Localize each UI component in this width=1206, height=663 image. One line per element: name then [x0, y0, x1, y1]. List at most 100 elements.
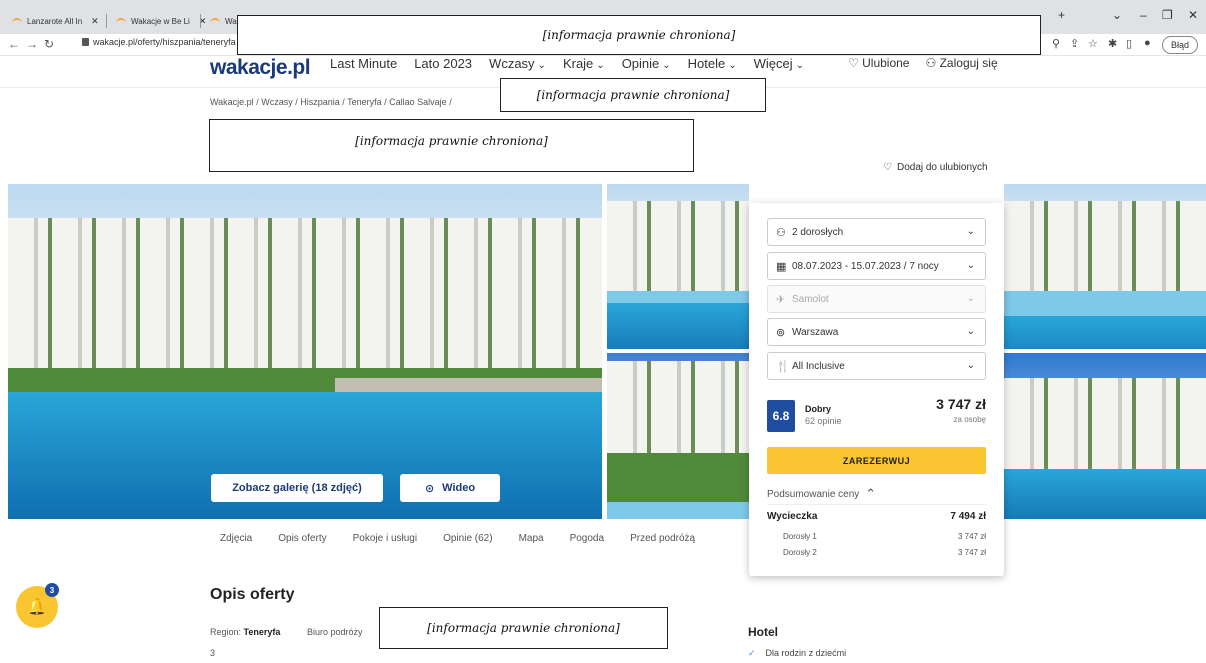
price-summary-toggle[interactable]: Podsumowanie ceny ⌃: [767, 486, 876, 502]
gallery-thumb[interactable]: [1004, 353, 1206, 519]
loading-icon: [116, 18, 126, 24]
hotel-stars: 3: [210, 648, 216, 658]
dates-select[interactable]: ▦ 08.07.2023 - 15.07.2023 / 7 nocy ⌄: [767, 252, 986, 280]
restore-icon[interactable]: ❐: [1162, 8, 1173, 22]
tab-rooms[interactable]: Pokoje i usługi: [353, 533, 417, 544]
breadcrumb-item[interactable]: Wczasy: [261, 97, 293, 107]
new-tab-button[interactable]: +: [1058, 8, 1065, 22]
check-icon: ✓: [748, 648, 756, 658]
heart-icon: ♡: [848, 56, 859, 70]
hotel-feature: ✓ Dla rodzin z dziećmi: [748, 648, 847, 658]
browser-tab[interactable]: Lanzarote All In ✕: [6, 8, 105, 34]
rating-count[interactable]: 62 opinie: [805, 416, 842, 426]
chevron-down-icon: ⌄: [596, 60, 605, 71]
chevron-down-icon: ⌄: [795, 60, 805, 71]
redacted-box: [informacja prawnie chroniona]: [209, 119, 694, 172]
location-pin-icon: ⊚: [776, 326, 786, 339]
tab-title: Lanzarote All In: [27, 16, 83, 26]
bell-icon: 🔔: [27, 599, 47, 616]
zoom-icon[interactable]: ⚲: [1052, 37, 1060, 50]
travelers-select[interactable]: ⚇ 2 dorosłych ⌄: [767, 218, 986, 246]
nav-wiecej[interactable]: Więcej ⌄: [754, 56, 804, 71]
breadcrumb-item[interactable]: Teneryfa: [347, 97, 382, 107]
gallery-thumb[interactable]: [607, 353, 749, 519]
board-select[interactable]: 🍴 All Inclusive ⌄: [767, 352, 986, 380]
trip-total-row: Wycieczka 7 494 zł: [767, 511, 986, 522]
price: 3 747 zł: [936, 396, 986, 412]
region-info: Region: Teneryfa: [210, 627, 281, 637]
nav-opinie[interactable]: Opinie ⌄: [622, 56, 671, 71]
nav-kraje[interactable]: Kraje ⌄: [563, 56, 605, 71]
see-gallery-button[interactable]: Zobacz galerię (18 zdjęć): [211, 474, 383, 502]
add-to-favorites-button[interactable]: ♡ Dodaj do ulubionych: [883, 162, 988, 173]
redacted-box: [informacja prawnie chroniona]: [379, 607, 668, 649]
reload-icon[interactable]: ↻: [44, 37, 54, 51]
minimize-icon[interactable]: –: [1140, 8, 1147, 22]
rating-word: Dobry: [805, 404, 832, 414]
offer-description-heading: Opis oferty: [210, 586, 295, 603]
breadcrumb-item[interactable]: Callao Salvaje: [389, 97, 447, 107]
login-link[interactable]: ⚇ Zaloguj się: [925, 56, 997, 70]
tab-before-trip[interactable]: Przed podróżą: [630, 533, 695, 544]
profile-icon[interactable]: ●: [1144, 37, 1151, 49]
back-icon[interactable]: ←: [8, 37, 20, 51]
breadcrumb: Wakacje.pl / Wczasy / Hiszpania / Tenery…: [210, 97, 452, 107]
transport-select: ✈ Samolot ⌄: [767, 285, 986, 313]
user-nav: ♡ Ulubione ⚇ Zaloguj się: [848, 56, 998, 70]
rating-score: 6.8: [767, 400, 795, 432]
browser-tab[interactable]: Wakacje w Be Li ✕: [110, 8, 212, 34]
chevron-up-icon: ⌃: [865, 486, 877, 501]
chevron-down-icon: ⌄: [662, 60, 671, 71]
price-line: Dorosły 1 3 747 zł: [783, 532, 986, 541]
redacted-box: [informacja prawnie chroniona]: [237, 15, 1041, 55]
redacted-box: [informacja prawnie chroniona]: [500, 78, 766, 112]
plane-icon: ✈: [776, 293, 786, 306]
close-tab-icon[interactable]: ✕: [91, 16, 99, 27]
chevron-down-icon: ⌄: [728, 60, 737, 71]
price-per-person: za osobę: [953, 415, 986, 424]
error-badge[interactable]: Błąd: [1161, 36, 1198, 54]
tab-search-icon[interactable]: ⌄: [1112, 8, 1122, 22]
calendar-icon: ▦: [776, 260, 787, 273]
gallery-thumb[interactable]: [1004, 184, 1206, 349]
gallery-main-photo[interactable]: [8, 184, 602, 519]
site-logo[interactable]: wakacje.pl: [210, 56, 311, 80]
tab-map[interactable]: Mapa: [519, 533, 544, 544]
breadcrumb-item[interactable]: Hiszpania: [300, 97, 340, 107]
departure-select[interactable]: ⊚ Warszawa ⌄: [767, 318, 986, 346]
book-button[interactable]: ZAREZERWUJ: [767, 447, 986, 474]
price-line: Dorosły 2 3 747 zł: [783, 548, 986, 557]
tab-photos[interactable]: Zdjęcia: [220, 533, 252, 544]
chevron-down-icon: ⌄: [966, 260, 975, 271]
nav-last-minute[interactable]: Last Minute: [330, 56, 397, 71]
user-icon: ⚇: [776, 226, 786, 239]
nav-lato-2023[interactable]: Lato 2023: [414, 56, 472, 71]
close-window-icon[interactable]: ✕: [1188, 8, 1198, 22]
user-icon: ⚇: [925, 56, 937, 70]
loading-icon: [210, 18, 220, 24]
nav-hotele[interactable]: Hotele ⌄: [688, 56, 737, 71]
chevron-down-icon: ⌄: [537, 60, 546, 71]
tab-description[interactable]: Opis oferty: [278, 533, 326, 544]
notification-count-badge: 3: [45, 583, 59, 597]
booking-panel: ⚇ 2 dorosłych ⌄ ▦ 08.07.2023 - 15.07.202…: [749, 203, 1004, 576]
agency-label: Biuro podróży: [307, 627, 363, 637]
tab-reviews[interactable]: Opinie (62): [443, 533, 492, 544]
chevron-down-icon: ⌄: [966, 226, 975, 237]
forward-icon[interactable]: →: [26, 37, 38, 51]
bookmark-star-icon[interactable]: ☆: [1088, 37, 1098, 50]
nav-wczasy[interactable]: Wczasy ⌄: [489, 56, 546, 71]
tab-weather[interactable]: Pogoda: [570, 533, 604, 544]
extensions-icon[interactable]: ✱: [1108, 37, 1117, 50]
favorites-link[interactable]: ♡ Ulubione: [848, 56, 909, 70]
side-panel-icon[interactable]: ▯: [1126, 37, 1132, 50]
breadcrumb-item[interactable]: Wakacje.pl: [210, 97, 254, 107]
video-button[interactable]: ⊙ Wideo: [400, 474, 500, 502]
heart-icon: ♡: [883, 162, 892, 173]
tab-title: Wakacje w Be Li: [131, 16, 190, 26]
url-field[interactable]: wakacje.pl/oferty/hiszpania/teneryfa: [82, 37, 236, 47]
share-icon[interactable]: ⇪: [1070, 37, 1079, 50]
chevron-down-icon: ⌄: [966, 326, 975, 337]
gallery-thumb[interactable]: [607, 184, 749, 349]
play-circle-icon: ⊙: [424, 482, 435, 495]
